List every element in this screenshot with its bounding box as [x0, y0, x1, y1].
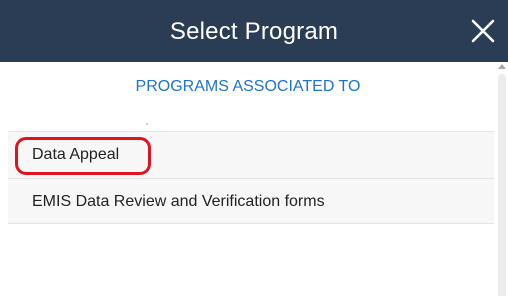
- scrollbar-track[interactable]: [498, 74, 506, 296]
- select-program-dialog: Select Program PROGRAMS ASSOCIATED TO Da…: [0, 0, 508, 296]
- program-list: Data Appeal EMIS Data Review and Verific…: [8, 131, 494, 224]
- scroll-up-arrow-icon[interactable]: [498, 64, 506, 69]
- dialog-title: Select Program: [169, 18, 339, 45]
- program-item-emis-data-review[interactable]: EMIS Data Review and Verification forms: [8, 178, 494, 224]
- close-icon: [471, 19, 495, 43]
- divider-dot: [146, 123, 148, 125]
- program-item-data-appeal[interactable]: Data Appeal: [8, 131, 494, 179]
- vertical-scrollbar[interactable]: [496, 62, 508, 296]
- programs-heading: PROGRAMS ASSOCIATED TO: [135, 78, 361, 95]
- program-label: EMIS Data Review and Verification forms: [32, 193, 325, 210]
- dialog-title-bar: Select Program: [0, 0, 508, 62]
- program-label: Data Appeal: [32, 146, 120, 163]
- dialog-body: PROGRAMS ASSOCIATED TO Data Appeal EMIS …: [0, 62, 508, 296]
- close-button[interactable]: [468, 16, 498, 46]
